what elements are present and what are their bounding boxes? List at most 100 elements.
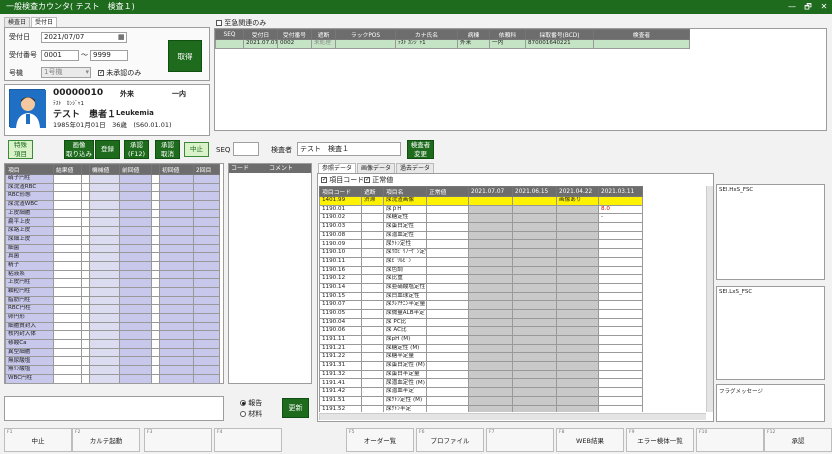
result-value-cell[interactable] bbox=[53, 356, 82, 367]
number-from-input[interactable]: 0001 bbox=[41, 50, 79, 61]
result-row[interactable]: 細菌 bbox=[5, 243, 220, 254]
history-row[interactable]: 1190.09 尿ｹﾄﾝ定性 bbox=[319, 239, 643, 250]
history-row[interactable]: 1190.12 尿比重 bbox=[319, 274, 643, 284]
result-value-cell[interactable] bbox=[53, 200, 82, 210]
function-key-f12[interactable]: F12 承認 bbox=[764, 428, 832, 452]
result-value-cell[interactable] bbox=[53, 208, 82, 219]
history-row[interactable]: 1190.05 尿微量ALB半定 bbox=[319, 308, 643, 319]
history-row[interactable]: 1190.15 尿白血球定性 bbox=[319, 291, 643, 302]
table-row[interactable]: 2021.07.07 0002 未処理 ﾃｽﾄ ｶﾝｼﾞｬ1 外来 一内 870001640… bbox=[215, 39, 690, 49]
result-row[interactable]: RBC円柱 bbox=[5, 304, 220, 314]
result-value-cell[interactable] bbox=[53, 269, 82, 280]
result-value-cell[interactable] bbox=[53, 313, 82, 323]
result-value-cell[interactable] bbox=[53, 243, 82, 254]
history-row[interactable]: 1190.06 尿 AC比 bbox=[319, 326, 643, 336]
history-row[interactable]: 1190.04 尿 PC比 bbox=[319, 317, 643, 328]
result-value-cell[interactable] bbox=[53, 295, 82, 306]
result-value-cell[interactable] bbox=[53, 339, 82, 349]
result-row[interactable]: 硝子円柱 bbox=[5, 174, 220, 184]
function-key-f3[interactable]: F3 bbox=[144, 428, 212, 452]
date-input[interactable]: 2021/07/07 bbox=[41, 32, 127, 43]
function-key-f4[interactable]: F4 bbox=[214, 428, 282, 452]
tab-image-data[interactable]: 画像データ bbox=[357, 163, 396, 173]
history-row[interactable]: 1190.03 尿蛋白定性 bbox=[319, 222, 643, 232]
function-key-f5[interactable]: F5 オーダー覧 bbox=[346, 428, 414, 452]
normal-value-checkbox[interactable]: 正常値 bbox=[364, 175, 393, 185]
result-row[interactable]: WBC円柱 bbox=[5, 373, 220, 383]
result-row[interactable]: 尿路上皮 bbox=[5, 226, 220, 236]
comment-box[interactable] bbox=[4, 396, 224, 421]
result-row[interactable]: 尿沈渣RBC bbox=[5, 182, 220, 193]
history-row[interactable]: 1190.01 尿ｐH 8.0 bbox=[319, 204, 643, 215]
register-button[interactable]: 登録 bbox=[95, 140, 120, 159]
result-value-cell[interactable] bbox=[53, 286, 82, 297]
result-row[interactable]: 卵円形 bbox=[5, 313, 220, 323]
get-button[interactable]: 取得 bbox=[168, 40, 202, 72]
result-value-cell[interactable] bbox=[53, 260, 82, 271]
history-row[interactable]: 1190.10 尿ｳﾛﾋﾞﾘﾉｰｹﾞﾝ定性 bbox=[319, 248, 643, 258]
result-row[interactable]: 精子 bbox=[5, 260, 220, 271]
minimize-button[interactable]: — bbox=[785, 0, 799, 14]
history-row[interactable]: 1191.22 尿糖半定量 bbox=[319, 352, 643, 363]
item-code-checkbox[interactable]: 項目コード bbox=[321, 175, 364, 185]
function-key-f8[interactable]: F8 WEB結果 bbox=[556, 428, 624, 452]
change-inspector-button[interactable]: 検査者 変更 bbox=[407, 140, 434, 159]
restore-button[interactable]: 🗗 bbox=[801, 0, 815, 14]
function-key-f9[interactable]: F9 エラー検体一覧 bbox=[626, 428, 694, 452]
result-value-cell[interactable] bbox=[53, 278, 82, 288]
stop-button[interactable]: 中止 bbox=[184, 142, 209, 157]
result-row[interactable]: 扁平上皮 bbox=[5, 217, 220, 228]
report-radio[interactable]: 報告 bbox=[240, 398, 262, 408]
result-value-cell[interactable] bbox=[53, 373, 82, 383]
result-row[interactable]: 核内封入体 bbox=[5, 330, 220, 341]
update-button[interactable]: 更新 bbox=[282, 398, 309, 418]
special-items-button[interactable]: 特殊 項目 bbox=[8, 140, 33, 159]
result-value-cell[interactable] bbox=[53, 182, 82, 193]
inspector-input[interactable]: テスト 検査１ bbox=[297, 142, 401, 156]
result-value-cell[interactable] bbox=[53, 330, 82, 341]
result-value-cell[interactable] bbox=[53, 252, 82, 262]
result-value-cell[interactable] bbox=[53, 174, 82, 184]
image-import-button[interactable]: 画像 取り込み bbox=[64, 140, 94, 159]
result-row[interactable]: 無尿酸塩 bbox=[5, 356, 220, 367]
tab-past-data[interactable]: 過去データ bbox=[396, 163, 435, 173]
result-value-cell[interactable] bbox=[53, 226, 82, 236]
result-value-cell[interactable] bbox=[53, 304, 82, 314]
tab-reference-data[interactable]: 参照データ bbox=[318, 163, 357, 173]
tab-reception-date[interactable]: 受付日 bbox=[31, 17, 58, 27]
tab-exam-date[interactable]: 検査日 bbox=[4, 17, 31, 27]
history-row[interactable]: 1191.52 尿ｹﾄﾝ半定 bbox=[319, 404, 643, 412]
history-row[interactable]: 1190.02 尿糖定性 - bbox=[319, 213, 643, 224]
history-row[interactable]: 1191.42 尿潜血半定 bbox=[319, 387, 643, 397]
history-row[interactable]: 1191.51 尿ｹﾄﾝ定性 (M) bbox=[319, 395, 643, 406]
approve-cancel-button[interactable]: 承認 取消 bbox=[155, 140, 180, 159]
history-row[interactable]: 1191.31 尿蛋白定性 (M) bbox=[319, 361, 643, 371]
function-key-f10[interactable]: F10 bbox=[696, 428, 764, 452]
result-row[interactable]: 顆粒円柱 bbox=[5, 286, 220, 297]
result-value-cell[interactable] bbox=[53, 321, 82, 332]
material-radio[interactable]: 材料 bbox=[240, 409, 262, 419]
history-row[interactable]: 1190.07 尿ｸﾚｱﾁﾆﾝ半定量 bbox=[319, 300, 643, 310]
close-button[interactable]: ✕ bbox=[817, 0, 831, 14]
approve-button[interactable]: 承認 (F12) bbox=[124, 140, 149, 159]
result-row[interactable]: 尿沈渣WBC bbox=[5, 200, 220, 210]
function-key-f1[interactable]: F1 中止 bbox=[4, 428, 72, 452]
history-row[interactable]: 1190.08 尿潜血定性 bbox=[319, 230, 643, 241]
result-value-cell[interactable] bbox=[53, 347, 82, 358]
number-to-input[interactable]: 9999 bbox=[90, 50, 128, 61]
history-row[interactable]: 1191.41 尿潜血定性 (M) bbox=[319, 378, 643, 389]
unapproved-checkbox[interactable]: 未承認のみ bbox=[98, 68, 141, 78]
history-row[interactable]: 1190.11 尿ﾋﾞﾘﾙﾋﾞﾝ bbox=[319, 256, 643, 267]
result-value-cell[interactable] bbox=[53, 365, 82, 375]
result-row[interactable]: 尿細上皮 bbox=[5, 234, 220, 245]
result-value-cell[interactable] bbox=[53, 234, 82, 245]
history-row[interactable]: 1191.21 尿糖定性 (M) bbox=[319, 343, 643, 354]
function-key-f6[interactable]: F6 プロファイル bbox=[416, 428, 484, 452]
history-scrollbar[interactable] bbox=[706, 186, 713, 412]
unit-select[interactable]: 1号機 ▾ bbox=[41, 67, 91, 78]
result-row[interactable]: 上皮円柱 bbox=[5, 278, 220, 288]
result-row[interactable]: 上皮細胞 bbox=[5, 208, 220, 219]
result-value-cell[interactable] bbox=[53, 191, 82, 202]
history-row[interactable]: 1190.14 尿亜硝酸塩定性 bbox=[319, 282, 643, 293]
urgent-checkbox[interactable]: 至急関連のみ bbox=[216, 18, 266, 28]
